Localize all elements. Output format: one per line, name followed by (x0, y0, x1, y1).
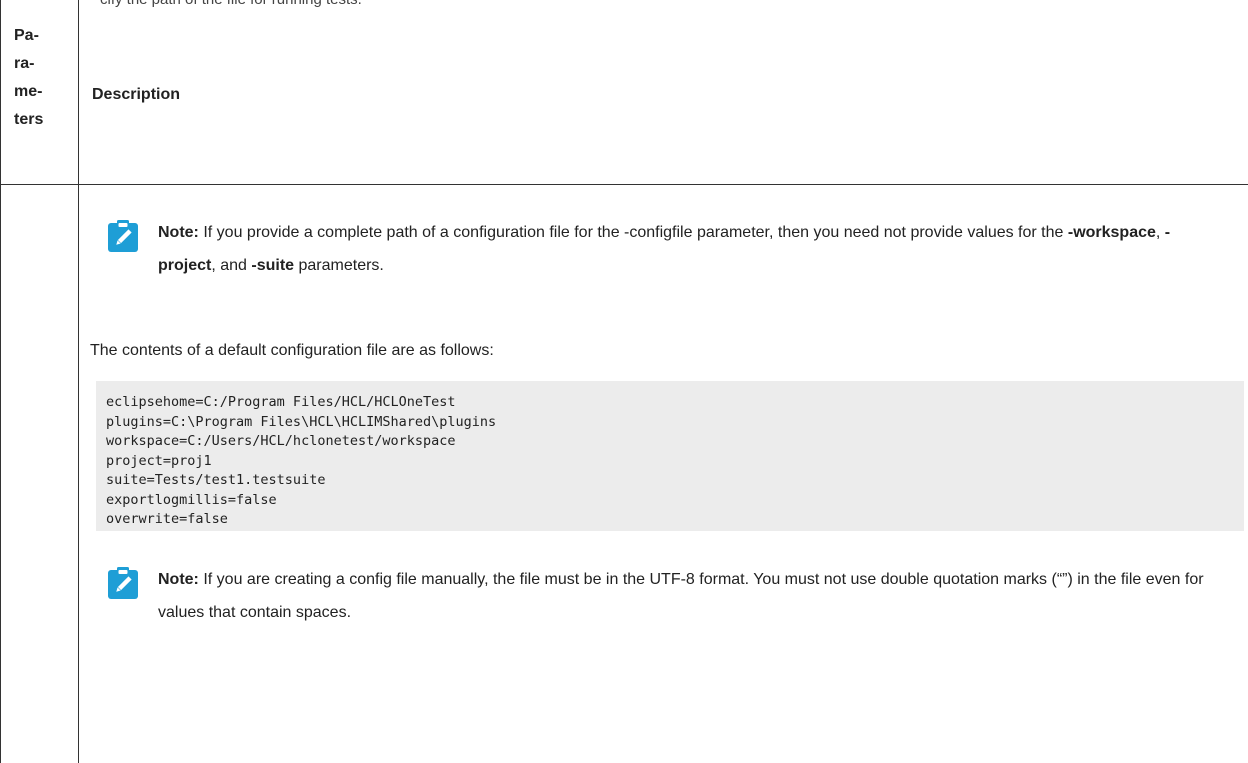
code-line: plugins=C:\Program Files\HCL\HCLIMShared… (106, 413, 497, 430)
table-column-divider (78, 0, 79, 763)
note-text: Note: If you provide a complete path of … (158, 224, 1171, 274)
code-line: eclipsehome=C:/Program Files/HCL/HCLOneT… (106, 394, 456, 410)
code-line: project=proj1 (106, 452, 212, 469)
note-text: Note: If you are creating a config file … (158, 571, 1204, 621)
pencil-icon (108, 220, 138, 252)
code-line: workspace=C:/Users/HCL/hclonetest/worksp… (106, 433, 456, 449)
config-file-code-block: eclipsehome=C:/Program Files/HCL/HCLOneT… (96, 381, 1244, 531)
code-line: exportlogmillis=false (106, 491, 277, 508)
pencil-icon (108, 567, 138, 599)
table-left-border (0, 0, 1, 763)
preceding-text-fragment: cify the path of the file for running te… (100, 0, 362, 8)
code-line: overwrite=false (106, 511, 228, 527)
document-page: cify the path of the file for running te… (0, 0, 1248, 763)
config-contents-intro: The contents of a default configuration … (90, 342, 494, 359)
description-column-header: Description (92, 86, 181, 103)
table-header-divider (0, 184, 1248, 185)
code-line: suite=Tests/test1.testsuite (106, 472, 326, 488)
parameters-column-header: Pa- ra- me- ters (14, 27, 44, 128)
